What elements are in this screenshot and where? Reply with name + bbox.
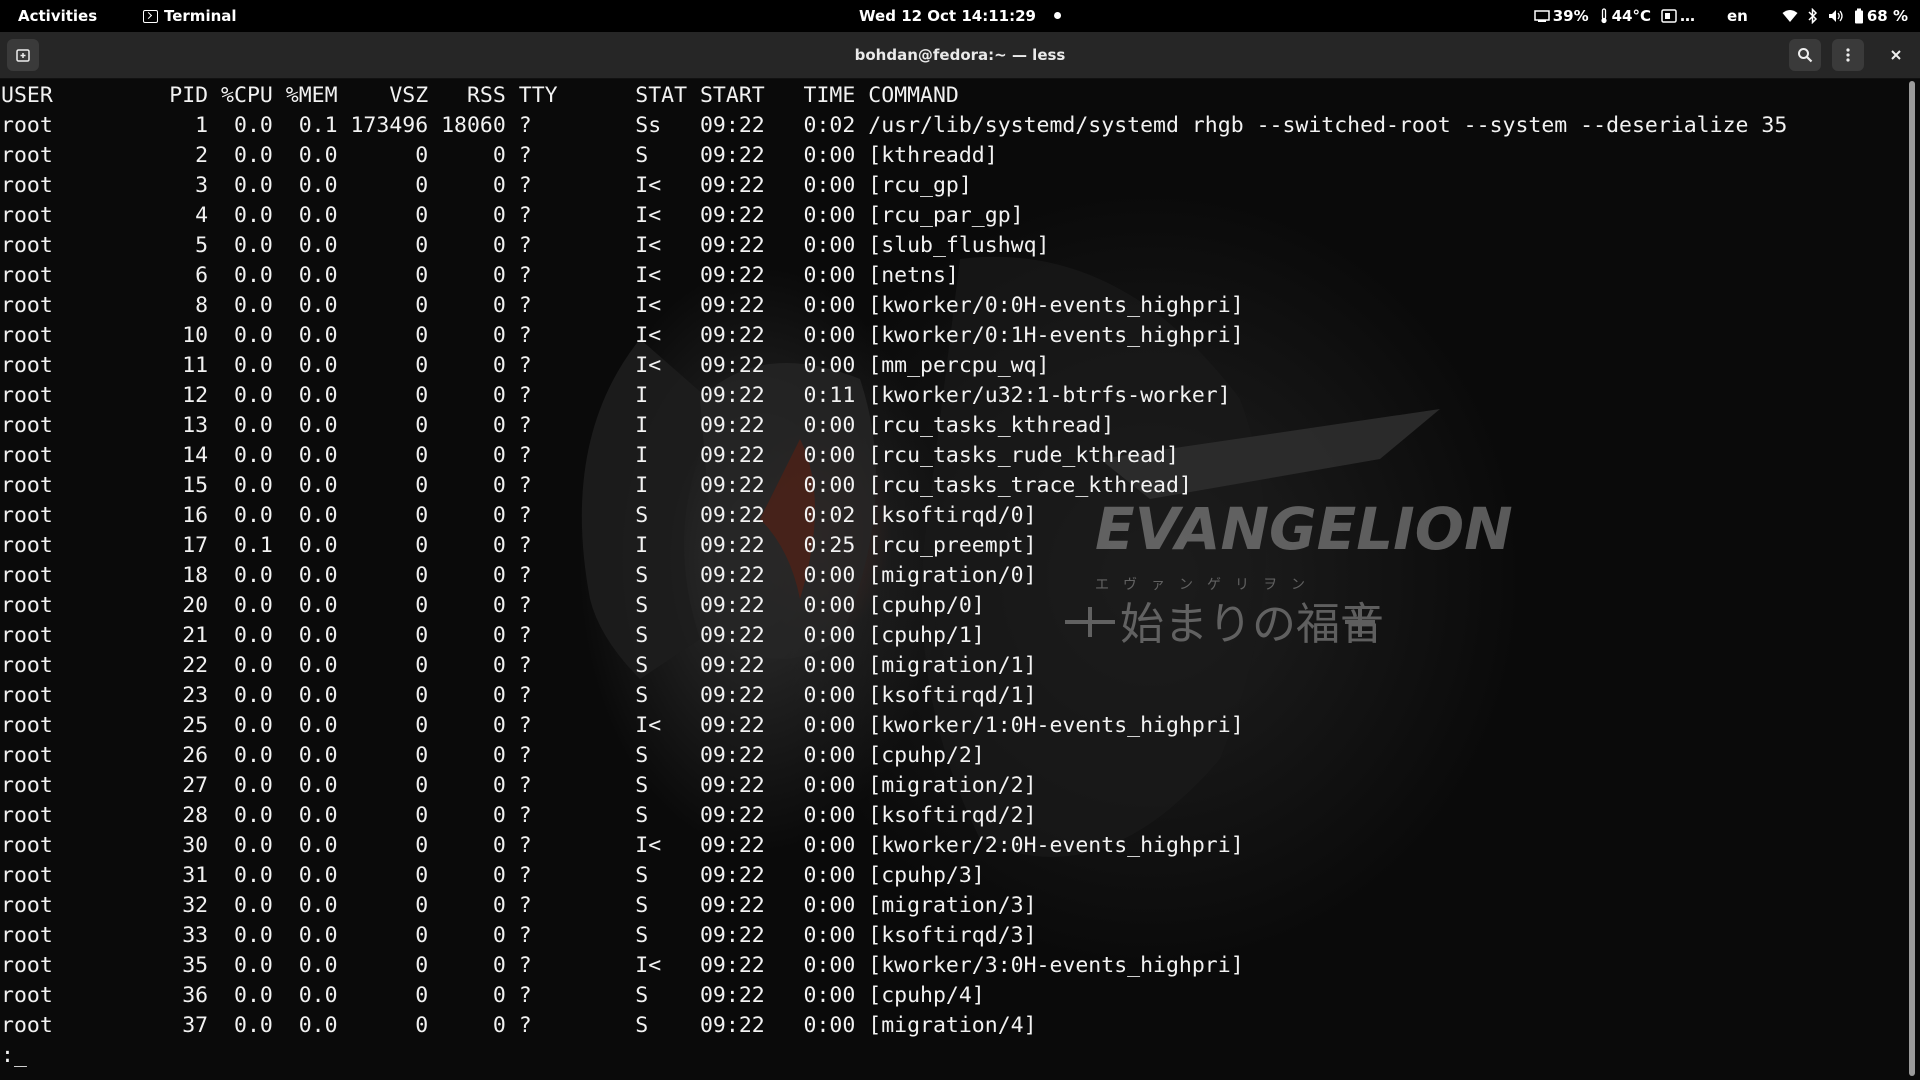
process-row: root 33 0.0 0.0 0 0 ? S 09:22 0:00 [ksof… bbox=[1, 923, 1037, 948]
wifi-icon bbox=[1782, 10, 1798, 22]
process-row: root 6 0.0 0.0 0 0 ? I< 09:22 0:00 [netn… bbox=[1, 263, 959, 288]
process-row: root 15 0.0 0.0 0 0 ? I 09:22 0:00 [rcu_… bbox=[1, 473, 1192, 498]
process-row: root 21 0.0 0.0 0 0 ? S 09:22 0:00 [cpuh… bbox=[1, 623, 985, 648]
terminal-headerbar: bohdan@fedora:~ — less bbox=[0, 32, 1920, 79]
bluetooth-icon bbox=[1808, 8, 1817, 24]
process-row: root 8 0.0 0.0 0 0 ? I< 09:22 0:00 [kwor… bbox=[1, 293, 1244, 318]
cpu-indicator[interactable]: 39% bbox=[1533, 0, 1589, 32]
process-row: root 5 0.0 0.0 0 0 ? I< 09:22 0:00 [slub… bbox=[1, 233, 1050, 258]
process-row: root 25 0.0 0.0 0 0 ? I< 09:22 0:00 [kwo… bbox=[1, 713, 1244, 738]
process-row: root 31 0.0 0.0 0 0 ? S 09:22 0:00 [cpuh… bbox=[1, 863, 985, 888]
activities-button[interactable]: Activities bbox=[18, 0, 97, 32]
main-menu-button[interactable] bbox=[1832, 39, 1864, 71]
process-row: root 11 0.0 0.0 0 0 ? I< 09:22 0:00 [mm_… bbox=[1, 353, 1050, 378]
app-name: Terminal bbox=[164, 7, 237, 25]
volume-icon bbox=[1828, 10, 1843, 22]
terminal-view[interactable]: EVANGELION エヴァンゲリヲン 始まりの福音 USER PID %CPU… bbox=[0, 79, 1920, 1080]
ps-output[interactable]: USER PID %CPU %MEM VSZ RSS TTY STAT STAR… bbox=[1, 81, 1787, 1071]
process-row: root 30 0.0 0.0 0 0 ? I< 09:22 0:00 [kwo… bbox=[1, 833, 1244, 858]
process-row: root 27 0.0 0.0 0 0 ? S 09:22 0:00 [migr… bbox=[1, 773, 1037, 798]
search-icon bbox=[1798, 48, 1813, 63]
scrollbar[interactable] bbox=[1904, 79, 1920, 1080]
close-window-button[interactable] bbox=[1880, 39, 1912, 71]
battery-value: 68 % bbox=[1866, 7, 1908, 25]
process-row: root 17 0.1 0.0 0 0 ? I 09:22 0:25 [rcu_… bbox=[1, 533, 1037, 558]
system-tray[interactable]: 39% 44°C … en 68 % bbox=[1533, 0, 1908, 32]
kebab-menu-icon bbox=[1846, 48, 1850, 62]
scrollbar-thumb[interactable] bbox=[1909, 81, 1915, 1076]
process-row: root 32 0.0 0.0 0 0 ? S 09:22 0:00 [migr… bbox=[1, 893, 1037, 918]
process-row: root 13 0.0 0.0 0 0 ? I 09:22 0:00 [rcu_… bbox=[1, 413, 1115, 438]
cpu-value: 39% bbox=[1552, 7, 1589, 25]
process-row: root 26 0.0 0.0 0 0 ? S 09:22 0:00 [cpuh… bbox=[1, 743, 985, 768]
process-row: root 20 0.0 0.0 0 0 ? S 09:22 0:00 [cpuh… bbox=[1, 593, 985, 618]
battery-icon bbox=[1854, 8, 1863, 24]
memory-icon bbox=[1661, 9, 1677, 23]
battery-indicator[interactable]: 68 % bbox=[1854, 0, 1908, 32]
process-row: root 16 0.0 0.0 0 0 ? S 09:22 0:02 [ksof… bbox=[1, 503, 1037, 528]
cpu-icon bbox=[1533, 10, 1550, 22]
process-row: root 3 0.0 0.0 0 0 ? I< 09:22 0:00 [rcu_… bbox=[1, 173, 972, 198]
process-row: root 1 0.0 0.1 173496 18060 ? Ss 09:22 0… bbox=[1, 113, 1788, 138]
process-row: root 12 0.0 0.0 0 0 ? I 09:22 0:11 [kwor… bbox=[1, 383, 1231, 408]
memory-ellipsis: … bbox=[1680, 7, 1695, 25]
terminal-icon bbox=[143, 10, 158, 23]
ps-header-row: USER PID %CPU %MEM VSZ RSS TTY STAT STAR… bbox=[1, 83, 959, 108]
process-row: root 22 0.0 0.0 0 0 ? S 09:22 0:00 [migr… bbox=[1, 653, 1037, 678]
process-row: root 14 0.0 0.0 0 0 ? I 09:22 0:00 [rcu_… bbox=[1, 443, 1179, 468]
process-row: root 2 0.0 0.0 0 0 ? S 09:22 0:00 [kthre… bbox=[1, 143, 998, 168]
clock[interactable]: Wed 12 Oct 14:11:29 bbox=[859, 0, 1061, 32]
search-button[interactable] bbox=[1789, 39, 1821, 71]
less-prompt[interactable]: :_ bbox=[1, 1041, 1787, 1071]
process-row: root 37 0.0 0.0 0 0 ? S 09:22 0:00 [migr… bbox=[1, 1013, 1037, 1038]
memory-indicator[interactable]: … bbox=[1661, 0, 1695, 32]
window-title: bohdan@fedora:~ — less bbox=[854, 46, 1066, 64]
close-icon bbox=[1891, 50, 1901, 60]
process-row: root 36 0.0 0.0 0 0 ? S 09:22 0:00 [cpuh… bbox=[1, 983, 985, 1008]
keyboard-layout[interactable]: en bbox=[1727, 0, 1748, 32]
process-row: root 23 0.0 0.0 0 0 ? S 09:22 0:00 [ksof… bbox=[1, 683, 1037, 708]
temp-indicator[interactable]: 44°C bbox=[1599, 0, 1651, 32]
top-bar: Activities Terminal Wed 12 Oct 14:11:29 … bbox=[0, 0, 1920, 32]
notification-dot-icon bbox=[1053, 12, 1061, 19]
process-row: root 35 0.0 0.0 0 0 ? I< 09:22 0:00 [kwo… bbox=[1, 953, 1244, 978]
new-tab-icon bbox=[16, 49, 30, 62]
process-row: root 10 0.0 0.0 0 0 ? I< 09:22 0:00 [kwo… bbox=[1, 323, 1244, 348]
new-tab-button[interactable] bbox=[7, 39, 39, 71]
app-menu[interactable]: Terminal bbox=[143, 0, 237, 32]
temp-value: 44°C bbox=[1611, 7, 1651, 25]
process-row: root 18 0.0 0.0 0 0 ? S 09:22 0:00 [migr… bbox=[1, 563, 1037, 588]
clock-text: Wed 12 Oct 14:11:29 bbox=[859, 7, 1036, 25]
process-row: root 28 0.0 0.0 0 0 ? S 09:22 0:00 [ksof… bbox=[1, 803, 1037, 828]
thermometer-icon bbox=[1601, 8, 1607, 24]
process-row: root 4 0.0 0.0 0 0 ? I< 09:22 0:00 [rcu_… bbox=[1, 203, 1024, 228]
